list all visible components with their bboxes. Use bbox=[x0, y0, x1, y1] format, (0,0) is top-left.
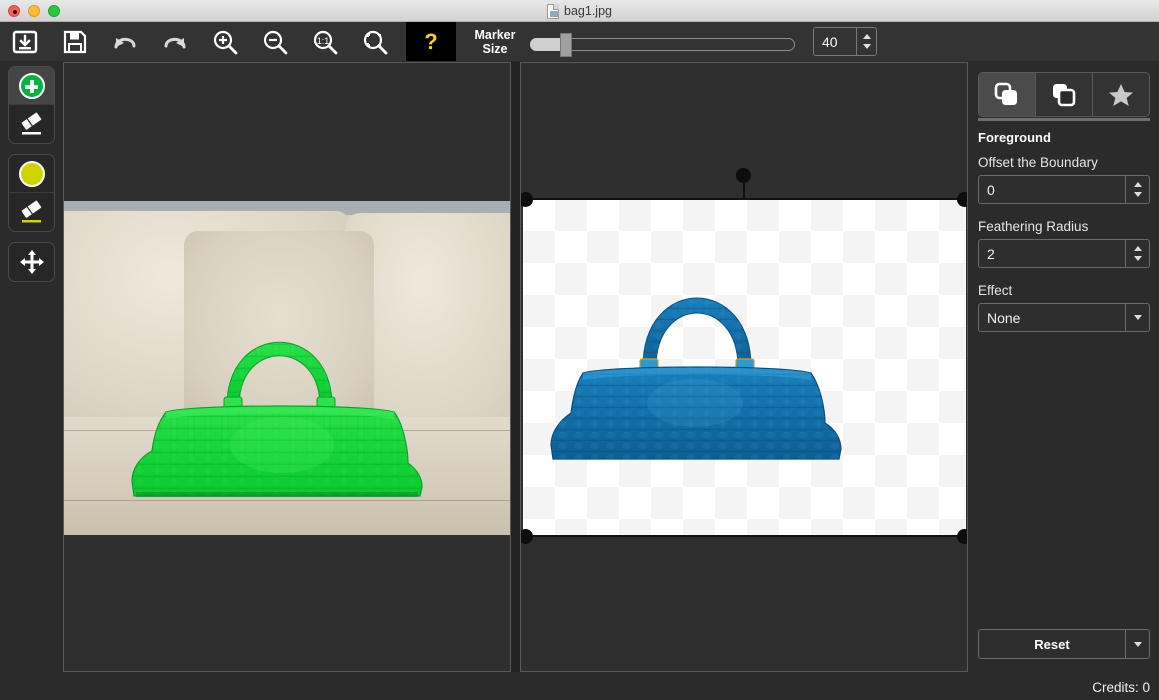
feathering-radius-spinner[interactable] bbox=[1125, 240, 1149, 267]
spinner-up-icon[interactable] bbox=[1134, 182, 1142, 187]
move-arrows-icon bbox=[19, 249, 45, 275]
extracted-handbag-shape bbox=[523, 199, 968, 537]
feathering-radius-label: Feathering Radius bbox=[978, 219, 1088, 234]
spinner-up-icon[interactable] bbox=[863, 34, 871, 39]
maximize-button[interactable] bbox=[48, 5, 60, 17]
chevron-down-icon[interactable] bbox=[1125, 304, 1149, 331]
offset-boundary-spinner[interactable] bbox=[1125, 176, 1149, 203]
navigation-tool-group bbox=[8, 242, 55, 282]
rotate-handle[interactable] bbox=[736, 168, 751, 183]
foreground-marker-tool[interactable] bbox=[9, 67, 54, 105]
folder-download-icon bbox=[12, 29, 38, 55]
slider-thumb[interactable] bbox=[560, 33, 572, 57]
eraser-yellow-icon bbox=[17, 199, 47, 225]
layers-filled-icon bbox=[993, 82, 1021, 108]
layers-outline-icon bbox=[1050, 82, 1078, 108]
source-photo bbox=[64, 201, 510, 535]
tab-foreground[interactable] bbox=[979, 73, 1036, 116]
zoom-actual-size-button[interactable]: 1:1 bbox=[300, 22, 350, 61]
effect-value[interactable]: None bbox=[979, 304, 1125, 331]
foreground-eraser-tool[interactable] bbox=[9, 105, 54, 143]
effect-dropdown[interactable]: None bbox=[978, 303, 1150, 332]
window-titlebar: bag1.jpg bbox=[0, 0, 1159, 22]
window-title-group: bag1.jpg bbox=[0, 0, 1159, 22]
save-button[interactable] bbox=[50, 22, 100, 61]
slider-fill bbox=[530, 38, 562, 51]
offset-boundary-value[interactable]: 0 bbox=[979, 176, 1125, 203]
yellow-circle-icon bbox=[19, 161, 45, 187]
traffic-lights bbox=[8, 5, 60, 17]
masked-handbag-shape bbox=[64, 201, 510, 535]
magnifier-one-to-one-icon: 1:1 bbox=[312, 29, 338, 55]
magnifier-plus-icon bbox=[212, 29, 238, 55]
background-tool-group bbox=[8, 154, 55, 232]
source-image-canvas[interactable] bbox=[63, 62, 511, 672]
marker-size-spinner[interactable]: 40 bbox=[813, 27, 877, 56]
feathering-radius-field[interactable]: 2 bbox=[978, 239, 1150, 268]
undo-arrow-icon bbox=[111, 30, 139, 54]
feathering-radius-value[interactable]: 2 bbox=[979, 240, 1125, 267]
star-icon bbox=[1107, 82, 1135, 108]
redo-arrow-icon bbox=[161, 30, 189, 54]
open-file-button[interactable] bbox=[0, 22, 50, 61]
effect-label: Effect bbox=[978, 283, 1012, 298]
spinner-up-icon[interactable] bbox=[1134, 246, 1142, 251]
tab-background[interactable] bbox=[1036, 73, 1093, 116]
marker-size-value[interactable]: 40 bbox=[814, 28, 856, 55]
marker-size-slider[interactable] bbox=[530, 31, 795, 53]
panel-heading: Foreground bbox=[978, 130, 1051, 145]
undo-button[interactable] bbox=[100, 22, 150, 61]
main-toolbar: 1:1 ? Marker Size 40 bbox=[0, 22, 1159, 61]
svg-text:1:1: 1:1 bbox=[317, 36, 330, 46]
panel-tabs bbox=[978, 72, 1150, 117]
reset-chevron-down-icon[interactable] bbox=[1125, 630, 1149, 658]
canvas-splitter[interactable] bbox=[511, 62, 520, 672]
spinner-down-icon[interactable] bbox=[1134, 192, 1142, 197]
zoom-out-button[interactable] bbox=[250, 22, 300, 61]
spinner-down-icon[interactable] bbox=[1134, 256, 1142, 261]
selection-bottom-edge bbox=[523, 535, 966, 537]
properties-panel: Foreground Offset the Boundary 0 Feather… bbox=[970, 62, 1159, 700]
reset-button[interactable]: Reset bbox=[978, 629, 1150, 659]
close-button[interactable] bbox=[8, 5, 20, 17]
marker-size-label: Marker Size bbox=[468, 28, 522, 56]
green-plus-circle-icon bbox=[19, 73, 45, 99]
floppy-save-icon bbox=[63, 30, 87, 54]
panel-tabs-underline bbox=[978, 118, 1150, 121]
bottom-right-handle[interactable] bbox=[957, 529, 968, 544]
help-button[interactable]: ? bbox=[406, 22, 456, 61]
window-title: bag1.jpg bbox=[564, 4, 612, 18]
foreground-tool-group bbox=[8, 66, 55, 144]
bottom-left-handle[interactable] bbox=[520, 529, 533, 544]
eraser-white-icon bbox=[17, 111, 47, 137]
document-icon bbox=[547, 4, 559, 19]
offset-boundary-field[interactable]: 0 bbox=[978, 175, 1150, 204]
zoom-fit-button[interactable] bbox=[350, 22, 400, 61]
background-eraser-tool[interactable] bbox=[9, 193, 54, 231]
pan-move-tool[interactable] bbox=[9, 243, 54, 281]
marker-size-arrows[interactable] bbox=[856, 28, 876, 55]
offset-boundary-label: Offset the Boundary bbox=[978, 155, 1098, 170]
redo-button[interactable] bbox=[150, 22, 200, 61]
help-label: ? bbox=[424, 29, 437, 55]
magnifier-minus-icon bbox=[262, 29, 288, 55]
zoom-in-button[interactable] bbox=[200, 22, 250, 61]
background-marker-tool[interactable] bbox=[9, 155, 54, 193]
spinner-down-icon[interactable] bbox=[863, 44, 871, 49]
credits-label: Credits: 0 bbox=[1092, 680, 1150, 695]
result-image-canvas[interactable] bbox=[520, 62, 968, 672]
top-right-handle[interactable] bbox=[957, 192, 968, 207]
tab-effects[interactable] bbox=[1093, 73, 1149, 116]
tool-palette bbox=[8, 66, 55, 292]
minimize-button[interactable] bbox=[28, 5, 40, 17]
magnifier-fit-icon bbox=[362, 29, 388, 55]
reset-button-label: Reset bbox=[979, 630, 1125, 658]
